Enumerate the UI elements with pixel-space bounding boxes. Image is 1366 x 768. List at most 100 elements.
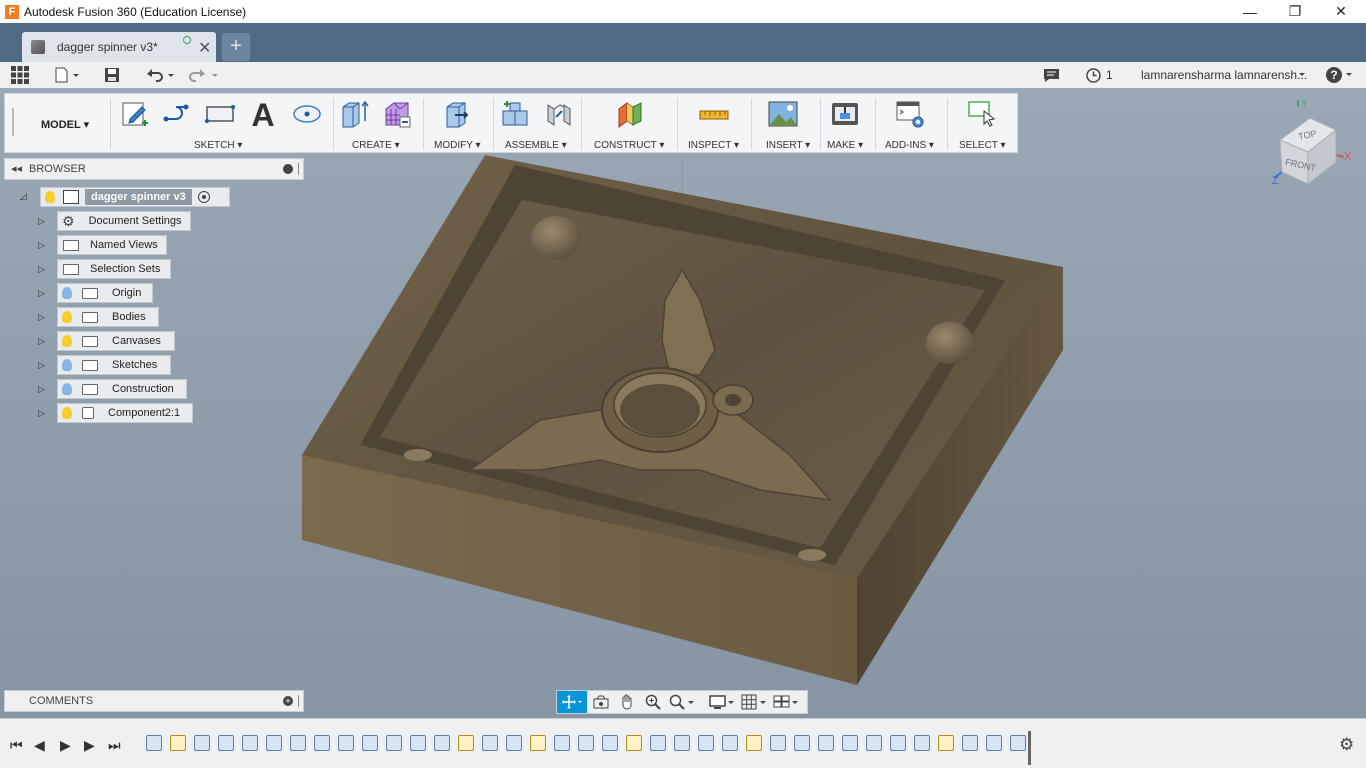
- joint-icon[interactable]: [543, 98, 575, 130]
- browser-item-document-settings[interactable]: ⚙ Document Settings: [57, 211, 191, 231]
- 3d-print-icon[interactable]: [829, 98, 861, 130]
- fit-icon[interactable]: [669, 694, 695, 713]
- timeline-feature-icon[interactable]: [434, 735, 450, 751]
- timeline-sketch-icon[interactable]: [746, 735, 762, 751]
- browser-pin-icon[interactable]: [298, 163, 299, 175]
- insert-canvas-icon[interactable]: [767, 98, 799, 130]
- extrude-icon[interactable]: [338, 98, 370, 130]
- addins-menu[interactable]: ADD-INS ▾: [885, 140, 934, 151]
- timeline-marker[interactable]: [1028, 731, 1031, 765]
- timeline-feature-icon[interactable]: [866, 735, 882, 751]
- viewports-icon[interactable]: [773, 694, 799, 713]
- data-panel-grid-icon[interactable]: [11, 66, 29, 84]
- root-collapse-icon[interactable]: ◿: [20, 191, 32, 203]
- visibility-bulb-icon[interactable]: [62, 383, 72, 395]
- comments-icon[interactable]: [1043, 66, 1060, 84]
- close-tab-icon[interactable]: ✕: [198, 38, 211, 58]
- browser-root-item[interactable]: dagger spinner v3: [40, 187, 230, 207]
- step-forward-icon[interactable]: ▶: [84, 737, 95, 754]
- timeline-feature-icon[interactable]: [962, 735, 978, 751]
- expand-icon[interactable]: ▷: [38, 288, 50, 300]
- visibility-bulb-icon[interactable]: [45, 191, 55, 203]
- expand-icon[interactable]: ▷: [38, 408, 50, 420]
- job-status-icon[interactable]: 1: [1086, 66, 1113, 84]
- visibility-bulb-icon[interactable]: [62, 359, 72, 371]
- construct-menu[interactable]: CONSTRUCT ▾: [594, 140, 664, 151]
- measure-icon[interactable]: [698, 98, 730, 130]
- document-tab[interactable]: dagger spinner v3* ✕: [22, 32, 216, 62]
- save-icon[interactable]: [104, 66, 120, 84]
- expand-icon[interactable]: ▷: [38, 216, 50, 228]
- timeline-feature-icon[interactable]: [602, 735, 618, 751]
- play-icon[interactable]: ▶: [60, 737, 71, 754]
- zoom-icon[interactable]: [645, 694, 661, 713]
- display-settings-icon[interactable]: [709, 694, 735, 713]
- timeline-feature-icon[interactable]: [338, 735, 354, 751]
- timeline-feature-icon[interactable]: [914, 735, 930, 751]
- go-to-start-icon[interactable]: ⏮: [10, 737, 23, 754]
- press-pull-icon[interactable]: [440, 98, 472, 130]
- timeline-feature-icon[interactable]: [986, 735, 1002, 751]
- expand-icon[interactable]: ▷: [38, 360, 50, 372]
- timeline-feature-icon[interactable]: [482, 735, 498, 751]
- workspace-switcher[interactable]: MODEL ▾: [41, 118, 89, 131]
- timeline-feature-icon[interactable]: [362, 735, 378, 751]
- grid-settings-icon[interactable]: [741, 694, 767, 713]
- text-icon[interactable]: A: [247, 98, 279, 130]
- activate-component-icon[interactable]: [197, 191, 210, 203]
- timeline-feature-icon[interactable]: [674, 735, 690, 751]
- expand-icon[interactable]: ▷: [38, 240, 50, 252]
- undo-icon[interactable]: [144, 66, 176, 84]
- inspect-menu[interactable]: INSPECT ▾: [688, 140, 739, 151]
- expand-icon[interactable]: ▷: [38, 312, 50, 324]
- insert-menu[interactable]: INSERT ▾: [766, 140, 810, 151]
- sketch-menu[interactable]: SKETCH ▾: [194, 140, 242, 151]
- timeline-feature-icon[interactable]: [410, 735, 426, 751]
- browser-item-sketches[interactable]: Sketches: [57, 355, 171, 375]
- visibility-bulb-icon[interactable]: [62, 407, 72, 419]
- create-menu[interactable]: CREATE ▾: [352, 140, 400, 151]
- line-icon[interactable]: [161, 98, 193, 130]
- create-form-icon[interactable]: [381, 98, 413, 130]
- timeline-sketch-icon[interactable]: [626, 735, 642, 751]
- timeline-feature-icon[interactable]: [290, 735, 306, 751]
- browser-item-selection-sets[interactable]: Selection Sets: [57, 259, 171, 279]
- timeline-feature-icon[interactable]: [698, 735, 714, 751]
- visibility-bulb-icon[interactable]: [62, 287, 72, 299]
- pan-icon[interactable]: [619, 694, 635, 713]
- look-at-icon[interactable]: [593, 695, 609, 712]
- visibility-bulb-icon[interactable]: [62, 311, 72, 323]
- timeline-sketch-icon[interactable]: [170, 735, 186, 751]
- viewcube[interactable]: TOP FRONT Y X Z: [1270, 98, 1360, 190]
- timeline-feature-icon[interactable]: [578, 735, 594, 751]
- canvas-viewport[interactable]: [0, 88, 1366, 718]
- timeline-feature-icon[interactable]: [794, 735, 810, 751]
- expand-icon[interactable]: ▷: [38, 336, 50, 348]
- comments-pin-icon[interactable]: [298, 695, 299, 707]
- minimize-button[interactable]: —: [1227, 0, 1273, 23]
- timeline-sketch-icon[interactable]: [530, 735, 546, 751]
- timeline-feature-icon[interactable]: [650, 735, 666, 751]
- browser-minimize-icon[interactable]: [283, 164, 293, 174]
- timeline-feature-icon[interactable]: [506, 735, 522, 751]
- add-comment-icon[interactable]: +: [283, 696, 293, 706]
- user-account-menu[interactable]: lamnarensharma lamnarensh...: [1141, 68, 1307, 82]
- timeline-feature-icon[interactable]: [242, 735, 258, 751]
- timeline-sketch-icon[interactable]: [458, 735, 474, 751]
- create-sketch-icon[interactable]: [119, 98, 151, 130]
- timeline-feature-icon[interactable]: [842, 735, 858, 751]
- timeline-feature-icon[interactable]: [1010, 735, 1026, 751]
- orbit-icon[interactable]: [557, 691, 587, 713]
- timeline-feature-icon[interactable]: [266, 735, 282, 751]
- file-menu-icon[interactable]: [55, 66, 79, 84]
- timeline-feature-icon[interactable]: [314, 735, 330, 751]
- make-menu[interactable]: MAKE ▾: [827, 140, 863, 151]
- browser-item-origin[interactable]: Origin: [57, 283, 153, 303]
- timeline-feature-icon[interactable]: [818, 735, 834, 751]
- expand-icon[interactable]: ▷: [38, 264, 50, 276]
- go-to-end-icon[interactable]: ⏭: [108, 737, 121, 754]
- timeline-sketch-icon[interactable]: [938, 735, 954, 751]
- assemble-menu[interactable]: ASSEMBLE ▾: [505, 140, 567, 151]
- browser-item-component2[interactable]: Component2:1: [57, 403, 193, 423]
- user-menu-chevron-icon[interactable]: [1298, 66, 1306, 84]
